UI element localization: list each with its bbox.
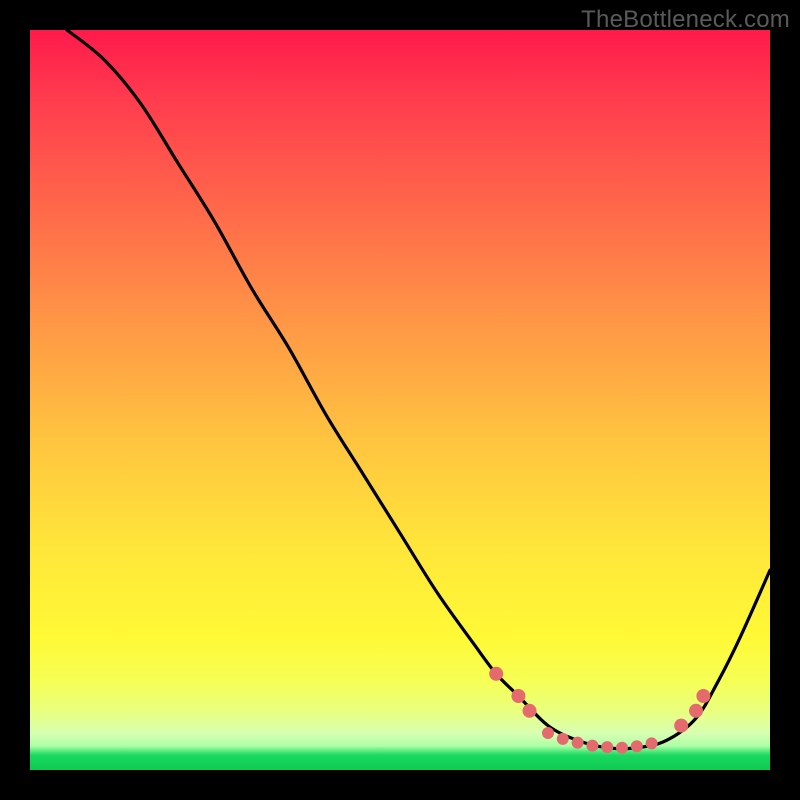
marker-dot: [631, 740, 643, 752]
plot-area: [30, 30, 770, 770]
marker-dot: [523, 704, 537, 718]
marker-dot: [542, 727, 554, 739]
marker-dot: [674, 719, 688, 733]
marker-dot: [586, 740, 598, 752]
marker-dot: [511, 689, 525, 703]
marker-dot: [601, 741, 613, 753]
marker-dot: [557, 733, 569, 745]
marker-dot: [689, 704, 703, 718]
bottleneck-curve: [67, 30, 770, 749]
marker-dot: [696, 689, 710, 703]
marker-dot: [572, 737, 584, 749]
marker-dot: [646, 737, 658, 749]
curve-layer: [30, 30, 770, 770]
watermark-text: TheBottleneck.com: [581, 6, 790, 34]
chart-frame: TheBottleneck.com: [0, 0, 800, 800]
marker-dot: [489, 667, 503, 681]
marker-dot: [616, 742, 628, 754]
markers-layer: [489, 667, 710, 754]
